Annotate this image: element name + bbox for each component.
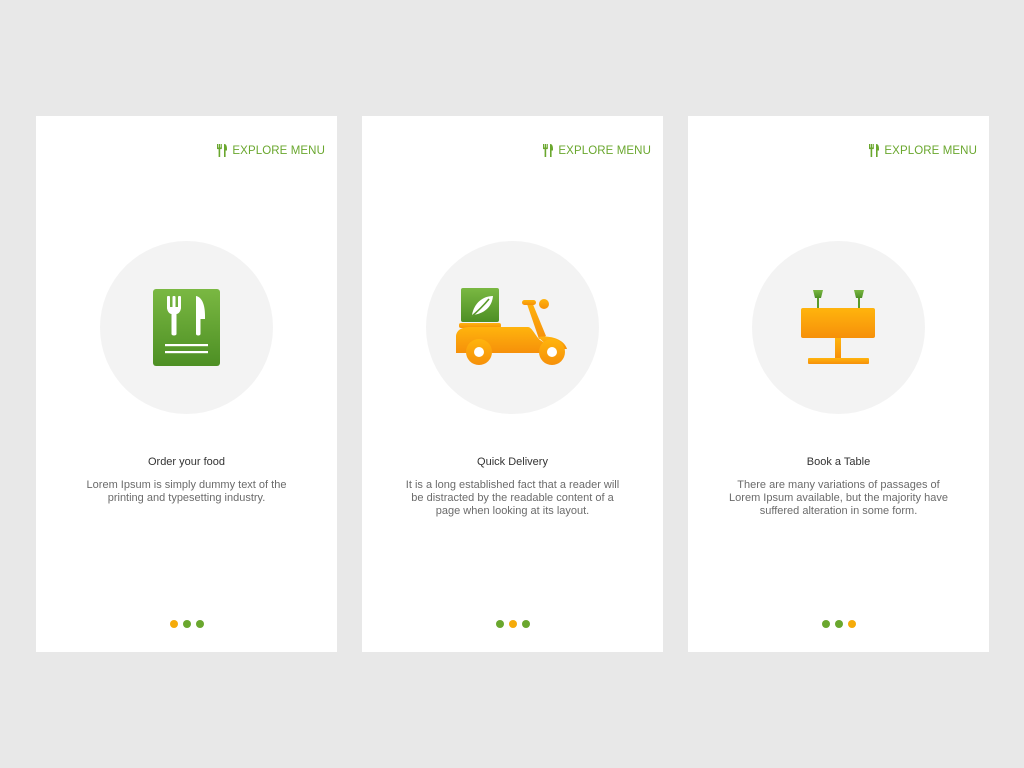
screen-description: It is a long established fact that a rea… [405,479,620,517]
cutlery-icon [217,144,228,157]
pagination-dot-3[interactable] [847,620,856,628]
onboarding-screen-book-table: EXPLORE MENU Book a Table There are many… [688,116,989,652]
pagination-dots [362,620,663,628]
explore-menu-label: EXPLORE MENU [558,144,651,157]
pagination-dots [36,620,337,628]
illustration-circle [100,241,273,414]
pagination-dot-1[interactable] [169,620,178,628]
pagination-dot-3[interactable] [195,620,204,628]
delivery-scooter-icon [456,288,567,365]
screen-title: Book a Table [806,456,871,468]
pagination-dots [688,620,989,628]
pagination-dot-1[interactable] [821,620,830,628]
screen-title: Quick Delivery [477,456,548,468]
onboarding-screen-order-food: EXPLORE MENU Order your food Lorem Ipsum… [36,116,337,652]
explore-menu-link[interactable]: EXPLORE MENU [869,144,977,157]
pagination-dot-2[interactable] [508,620,517,628]
explore-menu-label: EXPLORE MENU [232,144,325,157]
pagination-dot-3[interactable] [521,620,530,628]
table-with-glasses-icon [801,290,875,364]
screen-description: Lorem Ipsum is simply dummy text of the … [86,479,287,504]
onboarding-screen-quick-delivery: EXPLORE MENU Quick Delivery It is a long… [362,116,663,652]
illustration-circle [426,241,599,414]
pagination-dot-1[interactable] [495,620,504,628]
cutlery-icon [543,144,554,157]
pagination-dot-2[interactable] [182,620,191,628]
illustration-circle [752,241,925,414]
screen-description: There are many variations of passages of… [729,479,948,517]
cutlery-icon [869,144,880,157]
explore-menu-label: EXPLORE MENU [884,144,977,157]
explore-menu-link[interactable]: EXPLORE MENU [217,144,325,157]
explore-menu-link[interactable]: EXPLORE MENU [543,144,651,157]
pagination-dot-2[interactable] [834,620,843,628]
screen-title: Order your food [147,456,226,468]
fork-knife-menu-icon [153,289,220,366]
